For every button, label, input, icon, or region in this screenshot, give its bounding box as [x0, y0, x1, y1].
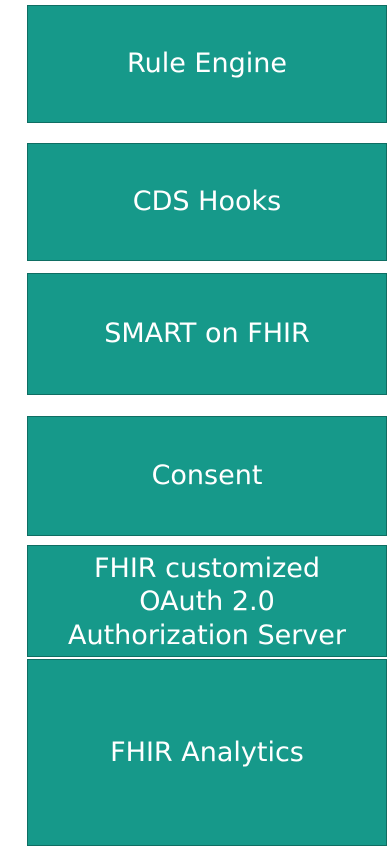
consent-box: Consent: [27, 416, 387, 536]
cds-hooks-box: CDS Hooks: [27, 143, 387, 261]
smart-on-fhir-label: SMART on FHIR: [104, 318, 310, 350]
consent-label: Consent: [151, 460, 263, 492]
oauth-authorization-server-label: FHIR customized OAuth 2.0 Authorization …: [68, 553, 346, 651]
fhir-analytics-label: FHIR Analytics: [110, 736, 304, 768]
cds-hooks-label: CDS Hooks: [132, 186, 282, 218]
oauth-authorization-server-box: FHIR customized OAuth 2.0 Authorization …: [27, 545, 387, 657]
fhir-analytics-box: FHIR Analytics: [27, 659, 387, 846]
rule-engine-label: Rule Engine: [127, 48, 287, 80]
rule-engine-box: Rule Engine: [27, 5, 387, 123]
smart-on-fhir-box: SMART on FHIR: [27, 273, 387, 395]
